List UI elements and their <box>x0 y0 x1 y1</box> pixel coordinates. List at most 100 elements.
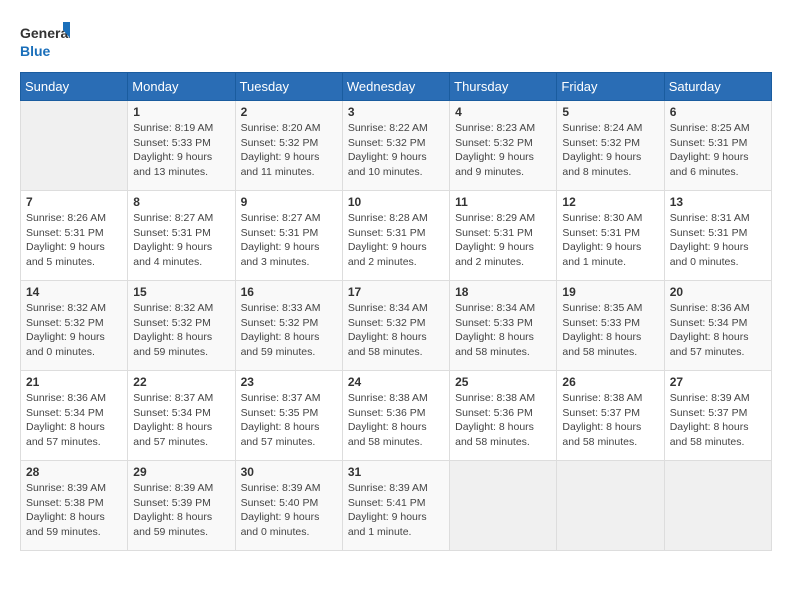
day-info: Sunrise: 8:39 AMSunset: 5:41 PMDaylight:… <box>348 481 444 540</box>
week-row-5: 28 Sunrise: 8:39 AMSunset: 5:38 PMDayligh… <box>21 461 772 551</box>
day-number: 27 <box>670 375 766 389</box>
day-number: 5 <box>562 105 658 119</box>
weekday-header-row: SundayMondayTuesdayWednesdayThursdayFrid… <box>21 73 772 101</box>
day-info: Sunrise: 8:36 AMSunset: 5:34 PMDaylight:… <box>670 301 766 360</box>
page-header: General Blue <box>20 20 772 62</box>
day-cell: 23 Sunrise: 8:37 AMSunset: 5:35 PMDayligh… <box>235 371 342 461</box>
day-number: 24 <box>348 375 444 389</box>
day-number: 7 <box>26 195 122 209</box>
day-info: Sunrise: 8:36 AMSunset: 5:34 PMDaylight:… <box>26 391 122 450</box>
day-number: 14 <box>26 285 122 299</box>
day-cell: 25 Sunrise: 8:38 AMSunset: 5:36 PMDayligh… <box>450 371 557 461</box>
day-cell: 4 Sunrise: 8:23 AMSunset: 5:32 PMDaylight… <box>450 101 557 191</box>
day-info: Sunrise: 8:37 AMSunset: 5:34 PMDaylight:… <box>133 391 229 450</box>
calendar-table: SundayMondayTuesdayWednesdayThursdayFrid… <box>20 72 772 551</box>
weekday-header-tuesday: Tuesday <box>235 73 342 101</box>
weekday-header-wednesday: Wednesday <box>342 73 449 101</box>
day-cell: 17 Sunrise: 8:34 AMSunset: 5:32 PMDayligh… <box>342 281 449 371</box>
week-row-1: 1 Sunrise: 8:19 AMSunset: 5:33 PMDaylight… <box>21 101 772 191</box>
day-info: Sunrise: 8:38 AMSunset: 5:36 PMDaylight:… <box>455 391 551 450</box>
day-number: 23 <box>241 375 337 389</box>
day-number: 13 <box>670 195 766 209</box>
day-number: 21 <box>26 375 122 389</box>
day-number: 22 <box>133 375 229 389</box>
day-cell: 19Sunrise: 8:35 AMSunset: 5:33 PMDayligh… <box>557 281 664 371</box>
day-cell: 28 Sunrise: 8:39 AMSunset: 5:38 PMDayligh… <box>21 461 128 551</box>
day-cell <box>557 461 664 551</box>
logo: General Blue <box>20 20 70 62</box>
day-number: 9 <box>241 195 337 209</box>
day-number: 30 <box>241 465 337 479</box>
day-cell <box>21 101 128 191</box>
day-info: Sunrise: 8:32 AMSunset: 5:32 PMDaylight:… <box>26 301 122 360</box>
day-number: 20 <box>670 285 766 299</box>
day-cell: 21 Sunrise: 8:36 AMSunset: 5:34 PMDayligh… <box>21 371 128 461</box>
day-cell: 1 Sunrise: 8:19 AMSunset: 5:33 PMDaylight… <box>128 101 235 191</box>
day-info: Sunrise: 8:38 AMSunset: 5:37 PMDaylight:… <box>562 391 658 450</box>
day-number: 25 <box>455 375 551 389</box>
day-info: Sunrise: 8:39 AMSunset: 5:37 PMDaylight:… <box>670 391 766 450</box>
day-number: 28 <box>26 465 122 479</box>
weekday-header-thursday: Thursday <box>450 73 557 101</box>
day-cell: 8 Sunrise: 8:27 AMSunset: 5:31 PMDaylight… <box>128 191 235 281</box>
day-cell: 2 Sunrise: 8:20 AMSunset: 5:32 PMDaylight… <box>235 101 342 191</box>
day-number: 15 <box>133 285 229 299</box>
day-number: 11 <box>455 195 551 209</box>
day-number: 10 <box>348 195 444 209</box>
week-row-2: 7 Sunrise: 8:26 AMSunset: 5:31 PMDaylight… <box>21 191 772 281</box>
day-info: Sunrise: 8:19 AMSunset: 5:33 PMDaylight:… <box>133 121 229 180</box>
svg-text:Blue: Blue <box>20 43 51 59</box>
day-info: Sunrise: 8:37 AMSunset: 5:35 PMDaylight:… <box>241 391 337 450</box>
day-info: Sunrise: 8:38 AMSunset: 5:36 PMDaylight:… <box>348 391 444 450</box>
day-cell: 3 Sunrise: 8:22 AMSunset: 5:32 PMDaylight… <box>342 101 449 191</box>
day-number: 31 <box>348 465 444 479</box>
day-info: Sunrise: 8:26 AMSunset: 5:31 PMDaylight:… <box>26 211 122 270</box>
day-cell: 11 Sunrise: 8:29 AMSunset: 5:31 PMDayligh… <box>450 191 557 281</box>
day-number: 18 <box>455 285 551 299</box>
day-cell: 20 Sunrise: 8:36 AMSunset: 5:34 PMDayligh… <box>664 281 771 371</box>
day-info: Sunrise: 8:35 AMSunset: 5:33 PMDaylight:… <box>562 301 658 360</box>
day-number: 3 <box>348 105 444 119</box>
day-info: Sunrise: 8:33 AMSunset: 5:32 PMDaylight:… <box>241 301 337 360</box>
day-info: Sunrise: 8:31 AMSunset: 5:31 PMDaylight:… <box>670 211 766 270</box>
svg-text:General: General <box>20 25 70 41</box>
day-info: Sunrise: 8:22 AMSunset: 5:32 PMDaylight:… <box>348 121 444 180</box>
day-cell: 14 Sunrise: 8:32 AMSunset: 5:32 PMDayligh… <box>21 281 128 371</box>
day-cell: 18Sunrise: 8:34 AMSunset: 5:33 PMDayligh… <box>450 281 557 371</box>
day-cell: 30 Sunrise: 8:39 AMSunset: 5:40 PMDayligh… <box>235 461 342 551</box>
day-cell <box>664 461 771 551</box>
day-number: 8 <box>133 195 229 209</box>
day-cell: 26Sunrise: 8:38 AMSunset: 5:37 PMDayligh… <box>557 371 664 461</box>
day-cell: 6 Sunrise: 8:25 AMSunset: 5:31 PMDaylight… <box>664 101 771 191</box>
day-info: Sunrise: 8:39 AMSunset: 5:40 PMDaylight:… <box>241 481 337 540</box>
day-number: 6 <box>670 105 766 119</box>
weekday-header-monday: Monday <box>128 73 235 101</box>
day-cell: 24 Sunrise: 8:38 AMSunset: 5:36 PMDayligh… <box>342 371 449 461</box>
day-info: Sunrise: 8:24 AMSunset: 5:32 PMDaylight:… <box>562 121 658 180</box>
day-cell: 29Sunrise: 8:39 AMSunset: 5:39 PMDayligh… <box>128 461 235 551</box>
day-cell: 9 Sunrise: 8:27 AMSunset: 5:31 PMDaylight… <box>235 191 342 281</box>
day-cell: 15Sunrise: 8:32 AMSunset: 5:32 PMDayligh… <box>128 281 235 371</box>
day-info: Sunrise: 8:27 AMSunset: 5:31 PMDaylight:… <box>241 211 337 270</box>
day-cell: 5 Sunrise: 8:24 AMSunset: 5:32 PMDaylight… <box>557 101 664 191</box>
day-number: 16 <box>241 285 337 299</box>
day-cell: 16 Sunrise: 8:33 AMSunset: 5:32 PMDayligh… <box>235 281 342 371</box>
weekday-header-sunday: Sunday <box>21 73 128 101</box>
day-number: 2 <box>241 105 337 119</box>
day-info: Sunrise: 8:39 AMSunset: 5:38 PMDaylight:… <box>26 481 122 540</box>
day-info: Sunrise: 8:29 AMSunset: 5:31 PMDaylight:… <box>455 211 551 270</box>
day-info: Sunrise: 8:20 AMSunset: 5:32 PMDaylight:… <box>241 121 337 180</box>
day-cell: 10 Sunrise: 8:28 AMSunset: 5:31 PMDayligh… <box>342 191 449 281</box>
day-number: 17 <box>348 285 444 299</box>
day-cell: 22 Sunrise: 8:37 AMSunset: 5:34 PMDayligh… <box>128 371 235 461</box>
day-info: Sunrise: 8:27 AMSunset: 5:31 PMDaylight:… <box>133 211 229 270</box>
day-info: Sunrise: 8:34 AMSunset: 5:32 PMDaylight:… <box>348 301 444 360</box>
day-info: Sunrise: 8:28 AMSunset: 5:31 PMDaylight:… <box>348 211 444 270</box>
day-info: Sunrise: 8:23 AMSunset: 5:32 PMDaylight:… <box>455 121 551 180</box>
day-number: 1 <box>133 105 229 119</box>
day-info: Sunrise: 8:25 AMSunset: 5:31 PMDaylight:… <box>670 121 766 180</box>
weekday-header-saturday: Saturday <box>664 73 771 101</box>
day-cell: 13 Sunrise: 8:31 AMSunset: 5:31 PMDayligh… <box>664 191 771 281</box>
day-number: 4 <box>455 105 551 119</box>
day-info: Sunrise: 8:30 AMSunset: 5:31 PMDaylight:… <box>562 211 658 270</box>
